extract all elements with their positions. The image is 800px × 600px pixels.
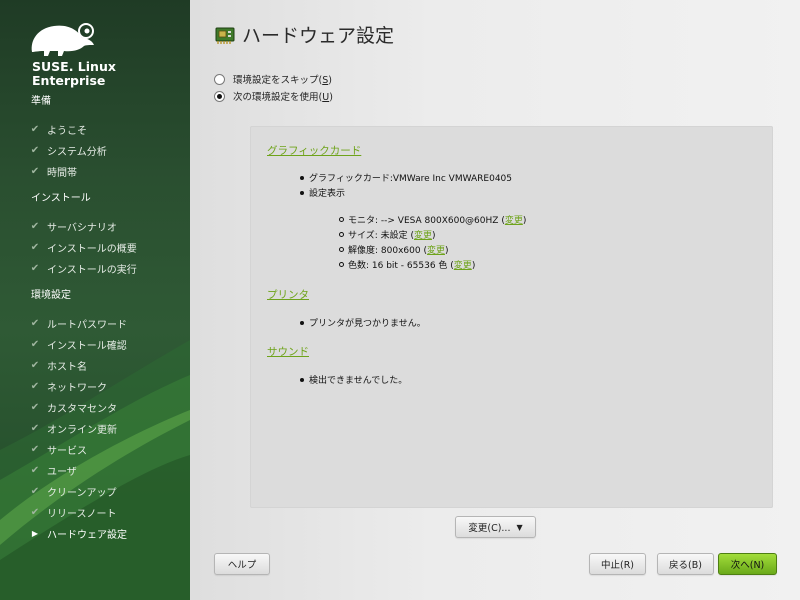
use-configuration-option[interactable]: 次の環境設定を使用(U) [214, 89, 333, 103]
change-resolution-link[interactable]: 変更 [427, 246, 445, 256]
check-icon: ✔ [30, 443, 40, 455]
step-customer-center: ✔ カスタマセンタ [28, 399, 117, 415]
change-size-link[interactable]: 変更 [414, 231, 432, 241]
step-installation-overview: ✔ インストールの概要 [28, 239, 137, 255]
step-server-scenario: ✔ サーバシナリオ [28, 218, 117, 234]
printer-link[interactable]: プリンタ [267, 287, 309, 302]
step-label: システム分析 [47, 146, 107, 158]
step-time-zone: ✔ 時間帯 [28, 163, 77, 179]
sidebar: SUSE. Linux Enterprise 準備 ✔ ようこそ ✔ システム分析 … [0, 0, 190, 600]
skip-configuration-label: 環境設定をスキップ(S) [233, 75, 332, 86]
section-title-installation: インストール [31, 193, 91, 204]
step-label: ホスト名 [47, 361, 87, 373]
check-icon: ✔ [30, 123, 40, 135]
dropdown-arrow-icon: ▼ [516, 522, 523, 532]
check-icon: ✔ [30, 422, 40, 434]
page-title: ハードウェア設定 [242, 25, 395, 47]
step-installation-check: ✔ インストール確認 [28, 336, 127, 352]
step-label: クリーンアップ [47, 487, 117, 499]
check-icon: ✔ [30, 262, 40, 274]
step-label: インストール確認 [47, 340, 127, 352]
step-label: サービス [47, 445, 87, 457]
step-label: ルートパスワード [47, 319, 127, 331]
step-label: カスタマセンタ [47, 403, 117, 415]
step-users: ✔ ユーザ [28, 462, 77, 478]
suse-chameleon-logo [31, 23, 95, 56]
step-label: 時間帯 [47, 167, 77, 179]
step-label: オンライン更新 [47, 424, 117, 436]
skip-configuration-radio[interactable] [214, 73, 225, 85]
graphics-card-item: グラフィックカード:VMWare Inc VMWARE0405 [300, 171, 512, 184]
current-step-arrow-icon: ▶ [31, 528, 39, 538]
help-button[interactable]: ヘルプ [214, 553, 270, 575]
check-icon: ✔ [30, 464, 40, 476]
main-content: ハードウェア設定 環境設定をスキップ(S) 次の環境設定を使用(U) グラフィッ… [190, 0, 800, 600]
step-network: ✔ ネットワーク [28, 378, 107, 394]
check-icon: ✔ [30, 338, 40, 350]
section-title-configuration: 環境設定 [31, 290, 71, 301]
color-depth-setting: 色数: 16 bit - 65536 色 (変更) [339, 258, 475, 271]
check-icon: ✔ [30, 380, 40, 392]
graphics-card-link[interactable]: グラフィックカード [267, 143, 361, 158]
step-hostname: ✔ ホスト名 [28, 357, 87, 373]
brand-line-1: SUSE. Linux [32, 59, 116, 74]
check-icon: ✔ [30, 241, 40, 253]
change-monitor-link[interactable]: 変更 [505, 216, 523, 226]
check-icon: ✔ [30, 220, 40, 232]
skip-configuration-option[interactable]: 環境設定をスキップ(S) [214, 72, 332, 86]
step-label: ハードウェア設定 [47, 529, 127, 541]
check-icon: ✔ [30, 144, 40, 156]
monitor-setting: モニタ: --> VESA 800X600@60HZ (変更) [339, 213, 526, 226]
sound-status: 検出できませんでした。 [300, 373, 407, 386]
use-configuration-label: 次の環境設定を使用(U) [233, 92, 333, 103]
size-setting: サイズ: 未設定 (変更) [339, 228, 436, 241]
step-label: インストールの概要 [47, 243, 137, 255]
step-system-analysis: ✔ システム分析 [28, 142, 107, 158]
step-label: ネットワーク [47, 382, 107, 394]
step-perform-installation: ✔ インストールの実行 [28, 260, 137, 276]
page-header: ハードウェア設定 [215, 21, 394, 48]
resolution-setting: 解像度: 800x600 (変更) [339, 243, 448, 256]
step-label: ようこそ [47, 125, 87, 137]
check-icon: ✔ [30, 165, 40, 177]
step-cleanup: ✔ クリーンアップ [28, 483, 117, 499]
abort-button[interactable]: 中止(R) [589, 553, 646, 575]
check-icon: ✔ [30, 506, 40, 518]
change-color-depth-link[interactable]: 変更 [454, 261, 472, 271]
step-root-password: ✔ ルートパスワード [28, 315, 127, 331]
use-configuration-radio[interactable] [214, 90, 225, 102]
step-online-update: ✔ オンライン更新 [28, 420, 117, 436]
check-icon: ✔ [30, 485, 40, 497]
section-title-preparation: 準備 [31, 96, 51, 107]
check-icon: ✔ [30, 317, 40, 329]
configuration-summary-panel: グラフィックカード グラフィックカード:VMWare Inc VMWARE040… [250, 126, 773, 508]
back-button[interactable]: 戻る(B) [657, 553, 714, 575]
hardware-card-icon [215, 27, 235, 44]
check-icon: ✔ [30, 401, 40, 413]
display-settings-item: 設定表示 [300, 186, 345, 199]
step-welcome: ✔ ようこそ [28, 121, 87, 137]
step-hardware-configuration: ▶ ハードウェア設定 [28, 525, 127, 541]
brand-line-2: Enterprise [32, 73, 106, 88]
step-release-notes: ✔ リリースノート [28, 504, 117, 520]
step-label: インストールの実行 [47, 264, 137, 276]
step-label: リリースノート [47, 508, 117, 520]
printer-status: プリンタが見つかりません。 [300, 316, 426, 329]
sound-link[interactable]: サウンド [267, 344, 309, 359]
step-services: ✔ サービス [28, 441, 87, 457]
change-button-label: 変更(C)... [468, 523, 511, 534]
brand-name: SUSE. Linux Enterprise [32, 60, 116, 88]
step-label: ユーザ [47, 466, 77, 478]
step-label: サーバシナリオ [47, 222, 117, 234]
change-dropdown-button[interactable]: 変更(C)... ▼ [455, 516, 536, 538]
check-icon: ✔ [30, 359, 40, 371]
next-button[interactable]: 次へ(N) [718, 553, 777, 575]
